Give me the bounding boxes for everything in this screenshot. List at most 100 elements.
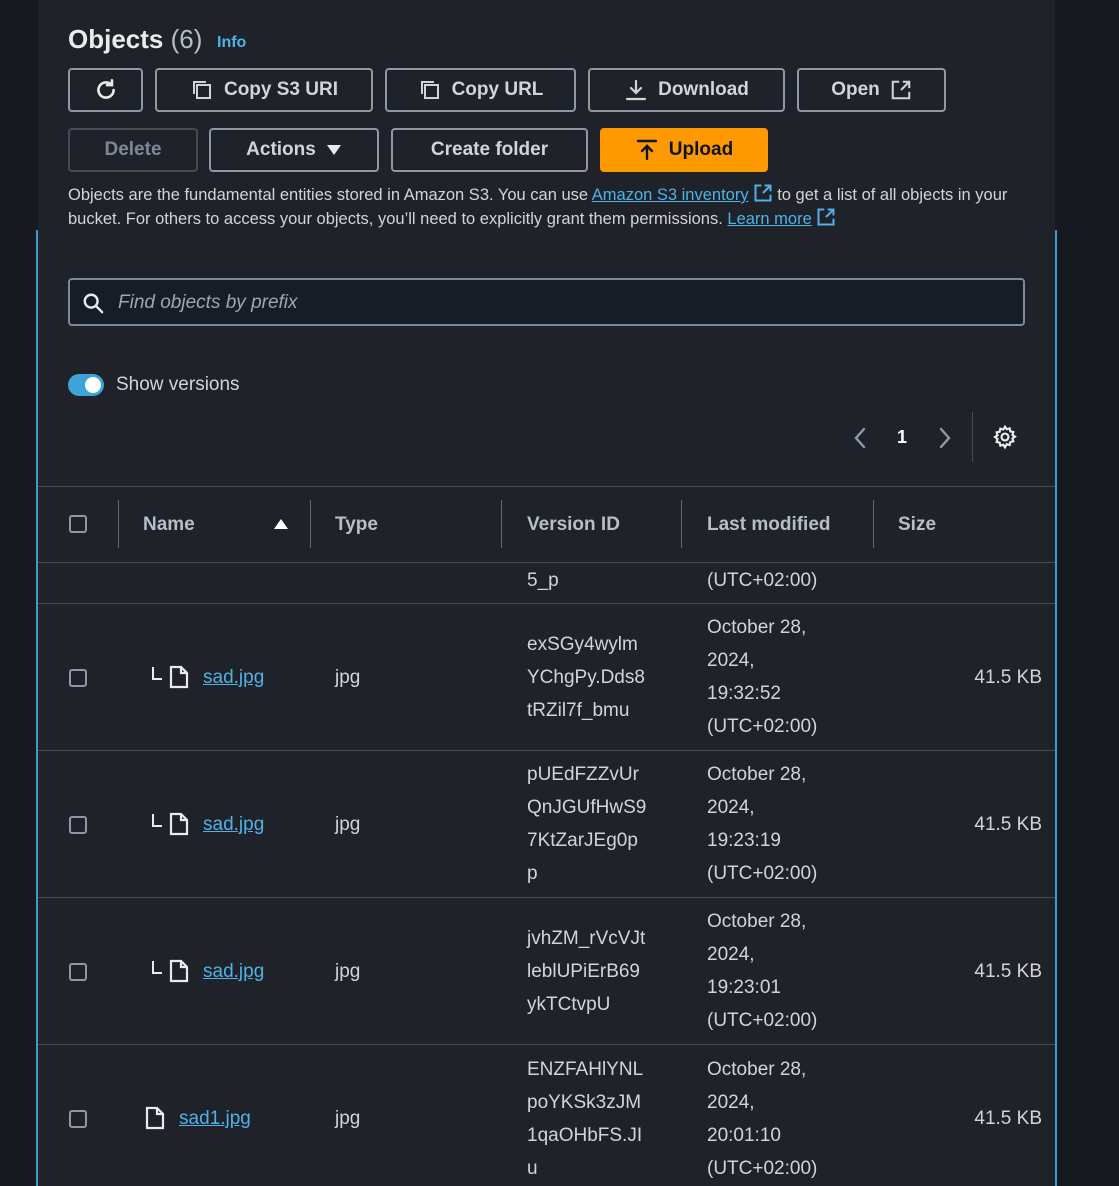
- column-header-version-id[interactable]: Version ID: [527, 514, 620, 536]
- column-header-last-modified[interactable]: Last modified: [707, 514, 831, 536]
- actions-dropdown[interactable]: Actions: [209, 128, 379, 172]
- download-label: Download: [658, 79, 749, 100]
- object-size: 41.5 KB: [974, 961, 1042, 982]
- last-modified-line: 2024,: [707, 650, 755, 671]
- column-header-size[interactable]: Size: [898, 514, 936, 536]
- s3-inventory-link[interactable]: Amazon S3 inventory: [591, 184, 773, 204]
- refresh-button[interactable]: [68, 68, 143, 112]
- last-modified-line: 19:23:01: [707, 977, 781, 998]
- object-name-link[interactable]: sad.jpg: [203, 808, 264, 841]
- upload-button[interactable]: Upload: [600, 128, 768, 172]
- version-branch-icon: [152, 961, 162, 974]
- external-link-icon: [891, 80, 911, 100]
- column-header-type[interactable]: Type: [335, 514, 378, 536]
- last-modified: October 28, 2024, 20:01:10 (UTC+02:00): [707, 1053, 817, 1185]
- last-modified-line: October 28,: [707, 764, 807, 785]
- file-icon: [169, 812, 189, 836]
- object-size: 41.5 KB: [974, 1108, 1042, 1129]
- download-icon: [626, 79, 647, 101]
- learn-more-label: Learn more: [727, 210, 812, 228]
- last-modified-line: 2024,: [707, 797, 755, 818]
- sort-ascending-icon[interactable]: [273, 517, 289, 531]
- version-id-line: pUEdFZZvUr: [527, 764, 639, 785]
- refresh-icon: [96, 78, 115, 99]
- column-separator: [501, 500, 502, 548]
- settings-gear-icon[interactable]: [992, 424, 1018, 450]
- version-id: exSGy4wylm YChgPy.Dds8 tRZil7f_bmu: [527, 628, 677, 727]
- row-divider: [38, 1044, 1055, 1045]
- delete-button[interactable]: Delete: [68, 128, 198, 172]
- version-id-line: QnJGUfHwS9: [527, 797, 647, 818]
- copy-url-button[interactable]: Copy URL: [385, 68, 576, 112]
- version-id-line: ENZFAHlYNL: [527, 1059, 644, 1080]
- current-page-number[interactable]: 1: [897, 427, 907, 448]
- delete-label: Delete: [104, 139, 162, 160]
- version-id-line: jvhZM_rVcVJt: [527, 928, 646, 949]
- column-header-name[interactable]: Name: [143, 514, 195, 536]
- row-checkbox[interactable]: [69, 669, 87, 687]
- version-id-line: ykTCtvpU: [527, 994, 611, 1015]
- copy-icon: [420, 81, 439, 99]
- partial-last-modified: (UTC+02:00): [707, 570, 818, 591]
- download-button[interactable]: Download: [588, 68, 785, 112]
- version-id: pUEdFZZvUr QnJGUfHwS9 7KtZarJEg0p p: [527, 758, 677, 890]
- row-divider: [38, 603, 1055, 604]
- objects-description: Objects are the fundamental entities sto…: [68, 183, 1008, 231]
- external-link-icon: [817, 208, 835, 226]
- show-versions-toggle[interactable]: [68, 374, 104, 396]
- open-label: Open: [831, 79, 880, 100]
- object-name-link[interactable]: sad1.jpg: [179, 1102, 251, 1135]
- s3-inventory-label: Amazon S3 inventory: [591, 186, 749, 204]
- partial-version-id: 5_p: [527, 570, 559, 591]
- version-id-line: leblUPiErB69: [527, 961, 640, 982]
- create-folder-button[interactable]: Create folder: [391, 128, 588, 172]
- next-page-icon[interactable]: [937, 426, 953, 450]
- object-size: 41.5 KB: [974, 667, 1042, 688]
- learn-more-link[interactable]: Learn more: [727, 208, 835, 228]
- header-bottom-border: [38, 562, 1055, 563]
- row-checkbox[interactable]: [69, 816, 87, 834]
- object-name-link[interactable]: sad.jpg: [203, 955, 264, 988]
- object-name-link[interactable]: sad.jpg: [203, 661, 264, 694]
- last-modified-line: October 28,: [707, 617, 807, 638]
- version-id: ENZFAHlYNL poYKSk3zJM 1qaOHbFS.JI u: [527, 1053, 677, 1185]
- copy-s3-uri-button[interactable]: Copy S3 URI: [155, 68, 373, 112]
- actions-label: Actions: [246, 139, 316, 160]
- column-separator: [310, 500, 311, 548]
- object-type: jpg: [335, 667, 361, 688]
- object-size: 41.5 KB: [974, 814, 1042, 835]
- upload-icon: [636, 139, 657, 161]
- version-id-line: u: [527, 1158, 538, 1179]
- column-separator: [118, 500, 119, 548]
- version-branch-icon: [152, 814, 162, 827]
- search-box[interactable]: [68, 278, 1025, 326]
- previous-page-icon[interactable]: [852, 426, 868, 450]
- last-modified: October 28, 2024, 19:32:52 (UTC+02:00): [707, 611, 817, 743]
- last-modified-line: 19:32:52: [707, 683, 781, 704]
- version-id-line: poYKSk3zJM: [527, 1092, 642, 1113]
- version-id-line: tRZil7f_bmu: [527, 700, 630, 721]
- search-input[interactable]: [116, 288, 1000, 318]
- row-checkbox[interactable]: [69, 1110, 87, 1128]
- file-icon: [145, 1106, 165, 1130]
- copy-url-label: Copy URL: [451, 79, 544, 100]
- info-link[interactable]: Info: [217, 34, 246, 52]
- column-separator: [873, 500, 874, 548]
- object-type: jpg: [335, 814, 361, 835]
- last-modified-line: 20:01:10: [707, 1125, 781, 1146]
- title-text: Objects: [68, 24, 164, 54]
- create-folder-label: Create folder: [430, 139, 549, 160]
- version-id-line: p: [527, 863, 538, 884]
- row-divider: [38, 750, 1055, 751]
- open-button[interactable]: Open: [797, 68, 946, 112]
- version-id-line: YChgPy.Dds8: [527, 667, 645, 688]
- copy-icon: [192, 81, 211, 99]
- select-all-checkbox[interactable]: [69, 515, 87, 533]
- last-modified-line: (UTC+02:00): [707, 716, 818, 737]
- upload-label: Upload: [668, 139, 734, 160]
- pagination-divider: [972, 412, 973, 462]
- row-checkbox[interactable]: [69, 963, 87, 981]
- object-count: (6): [170, 24, 203, 54]
- version-id-line: exSGy4wylm: [527, 634, 638, 655]
- toggle-knob: [85, 377, 101, 393]
